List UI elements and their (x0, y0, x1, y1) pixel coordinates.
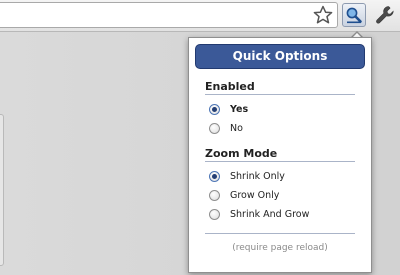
enabled-yes-option[interactable]: Yes (209, 101, 248, 117)
divider (205, 161, 355, 162)
option-label: No (230, 122, 243, 134)
zoom-shrink-only-option[interactable]: Shrink Only (209, 168, 285, 184)
page-side-panel (0, 114, 4, 266)
extension-button[interactable] (342, 3, 366, 27)
quick-options-button[interactable]: Quick Options (195, 44, 365, 69)
option-label: Yes (230, 103, 249, 115)
option-label: Shrink And Grow (230, 208, 310, 220)
zoom-shrink-and-grow-option[interactable]: Shrink And Grow (209, 206, 309, 222)
radio-button[interactable] (209, 122, 220, 134)
radio-button[interactable] (209, 189, 220, 201)
wrench-icon[interactable] (374, 4, 396, 26)
magnifier-icon (346, 7, 362, 24)
radio-button[interactable] (209, 208, 220, 220)
zoom-grow-only-option[interactable]: Grow Only (209, 187, 279, 203)
divider (205, 233, 355, 234)
option-label: Shrink Only (230, 170, 285, 182)
bookmark-star-icon[interactable] (313, 5, 333, 25)
reload-note: (require page reload) (232, 243, 328, 253)
option-label: Grow Only (230, 189, 280, 201)
divider (205, 94, 355, 95)
enabled-section-title: Enabled (205, 80, 255, 93)
radio-button[interactable] (209, 103, 220, 115)
browser-toolbar (0, 0, 400, 32)
zoom-mode-section-title: Zoom Mode (205, 147, 278, 160)
address-bar[interactable] (0, 2, 338, 28)
radio-button[interactable] (209, 170, 220, 182)
quick-options-popup: Quick Options Enabled Yes No Zoom Mode S… (188, 37, 372, 273)
enabled-no-option[interactable]: No (209, 120, 243, 136)
